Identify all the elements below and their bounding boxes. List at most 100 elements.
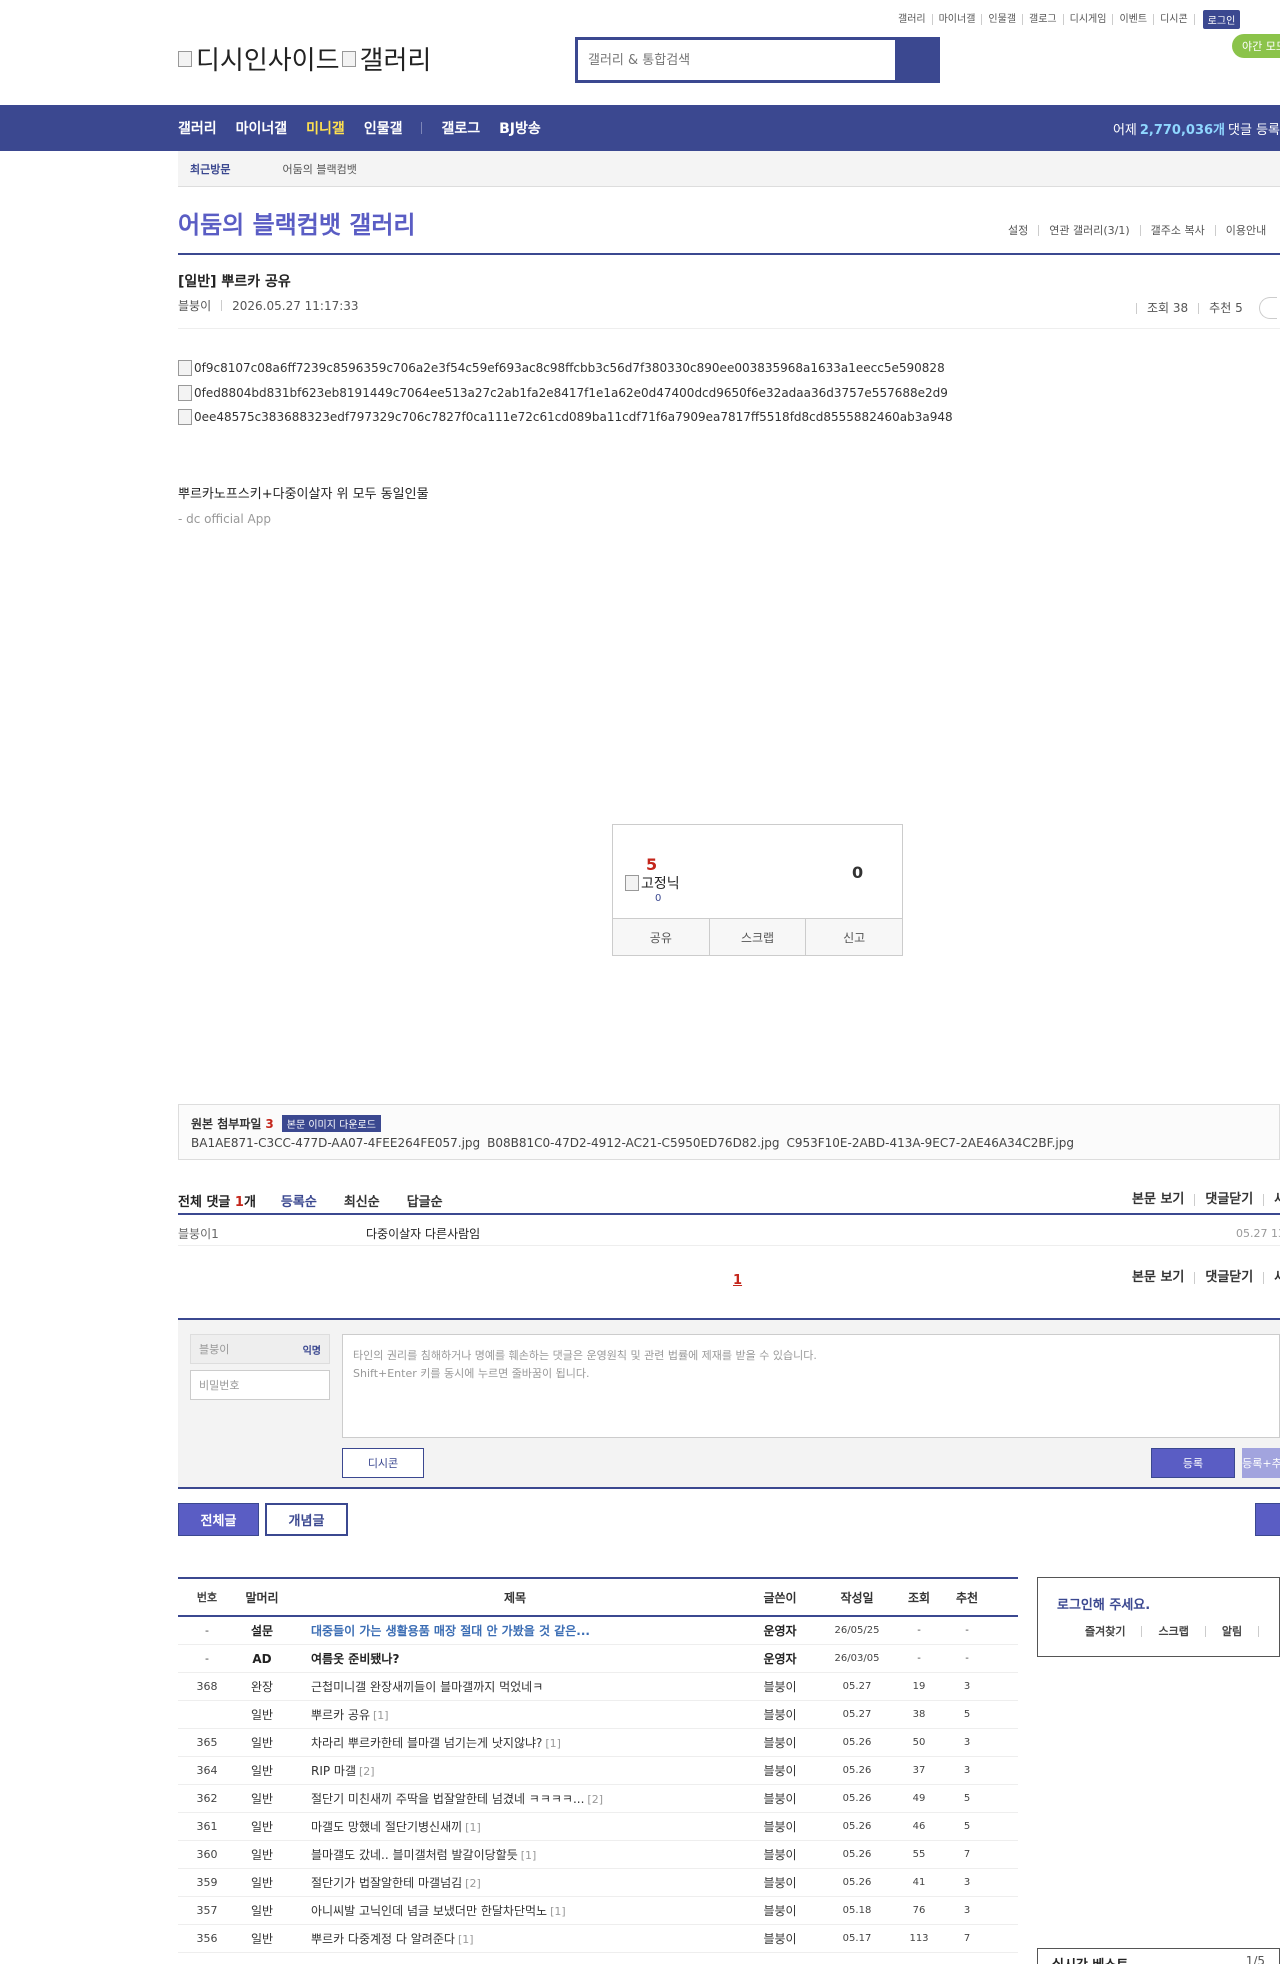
recent-item[interactable]: 어둠의 블랙컴뱃 xyxy=(242,161,396,177)
refresh-comments-button[interactable]: 새로고침 xyxy=(1264,1271,1280,1284)
post-row[interactable]: - 설문 대중들이 가는 생활용품 매장 절대 안 가봤을 것 같은... 운영자 26… xyxy=(178,1617,1018,1645)
post-row[interactable]: 362 일반 절단기 미친새끼 주딱을 법잘알한테 넘겼네 ㅋㅋㅋㅋ... [2] 블붕… xyxy=(178,1785,1018,1813)
row-writer[interactable]: 블붕이 xyxy=(742,1902,818,1919)
post-row[interactable]: 364 일반 RIP 마갤 [2] 블붕이 05.26 37 3 xyxy=(178,1757,1018,1785)
post-row[interactable]: 359 일반 절단기가 법잘알한테 마갤넘김 [2] 블붕이 05.26 41 3 xyxy=(178,1869,1018,1897)
row-title[interactable]: RIP 마갤 [2] xyxy=(288,1762,742,1779)
recommend-up-button[interactable]: 고정닉 xyxy=(625,873,680,893)
row-title[interactable]: 대중들이 가는 생활용품 매장 절대 안 가봤을 것 같은... xyxy=(288,1622,742,1639)
row-title-text[interactable]: RIP 마갤 xyxy=(311,1764,356,1778)
row-title[interactable]: 마갤도 망했네 절단기병신새끼 [1] xyxy=(288,1818,742,1835)
top-link-game[interactable]: 디시게임 xyxy=(1064,14,1114,25)
search-input[interactable] xyxy=(578,40,895,80)
realtime-best-page[interactable]: 1/5 xyxy=(1246,1954,1265,1964)
write-post-button[interactable] xyxy=(1255,1503,1280,1536)
row-title-text[interactable]: 아니씨발 고닉인데 념글 보냈더만 한달차단먹노 xyxy=(311,1904,547,1918)
row-writer[interactable]: 블붕이 xyxy=(742,1930,818,1947)
post-image[interactable]: 0f9c8107c08a6ff7239c8596359c706a2e3f54c5… xyxy=(178,360,945,376)
gnb-person[interactable]: 인물갤 xyxy=(364,118,403,138)
row-reply-count[interactable]: [1] xyxy=(465,1821,481,1834)
row-writer[interactable]: 블붕이 xyxy=(742,1762,818,1779)
post-row[interactable]: 361 일반 마갤도 망했네 절단기병신새끼 [1] 블붕이 05.26 46 5 xyxy=(178,1813,1018,1841)
row-writer[interactable]: 블붕이 xyxy=(742,1790,818,1807)
row-title[interactable]: 차라리 뿌르카한테 블마갤 넘기는게 낫지않냐? [1] xyxy=(288,1734,742,1751)
row-reply-count[interactable]: [2] xyxy=(465,1877,481,1890)
gallery-settings-link[interactable]: 설정 xyxy=(998,225,1038,236)
comment-nick[interactable]: 블붕이1 xyxy=(178,1225,366,1242)
gnb-mini[interactable]: 미니갤 xyxy=(306,118,345,138)
site-logo[interactable]: 디시인사이드 갤러리 xyxy=(178,40,431,77)
row-reply-count[interactable]: [2] xyxy=(359,1765,375,1778)
attachment-file[interactable]: B08B81C0-47D2-4912-AC21-C5950ED76D82.jpg xyxy=(487,1136,779,1150)
row-reply-count[interactable]: [1] xyxy=(521,1849,537,1862)
row-title-text[interactable]: 절단기가 법잘알한테 마갤넘김 xyxy=(311,1876,462,1890)
close-comments-button[interactable]: 댓글닫기 xyxy=(1195,1193,1265,1206)
attachment-file[interactable]: BA1AE871-C3CC-477D-AA07-4FEE264FE057.jpg xyxy=(191,1136,480,1150)
row-title[interactable]: 절단기가 법잘알한테 마갤넘김 [2] xyxy=(288,1874,742,1891)
scrap-button[interactable]: 스크랩 xyxy=(710,919,807,955)
scrap-link[interactable]: 스크랩 xyxy=(1142,1626,1206,1637)
row-writer[interactable]: 운영자 xyxy=(742,1650,818,1667)
post-row[interactable]: 356 일반 뿌르카 다중계정 다 알려준다 [1] 블붕이 05.17 113 7 xyxy=(178,1925,1018,1953)
row-title-text[interactable]: 여름옷 준비됐나? xyxy=(311,1652,399,1666)
row-writer[interactable]: 블붕이 xyxy=(742,1874,818,1891)
password-field[interactable]: 비밀번호 xyxy=(190,1370,330,1400)
row-title[interactable]: 아니씨발 고닉인데 념글 보냈더만 한달차단먹노 [1] xyxy=(288,1902,742,1919)
close-comments-button[interactable]: 댓글닫기 xyxy=(1195,1271,1265,1284)
row-title-text[interactable]: 뿌르카 다중계정 다 알려준다 xyxy=(311,1932,455,1946)
related-gallery-link[interactable]: 연관 갤러리(3/1) xyxy=(1038,225,1139,236)
row-writer[interactable]: 블붕이 xyxy=(742,1818,818,1835)
row-title-text[interactable]: 절단기 미친새끼 주딱을 법잘알한테 넘겼네 ㅋㅋㅋㅋ... xyxy=(311,1792,584,1806)
view-body-button[interactable]: 본문 보기 xyxy=(1122,1271,1196,1284)
row-title[interactable]: 여름옷 준비됐나? xyxy=(288,1650,742,1667)
submit-comment-button[interactable]: 등록 xyxy=(1151,1448,1235,1478)
notifications-link[interactable]: 알림 xyxy=(1206,1626,1260,1637)
row-title[interactable]: 블마갤도 갔네.. 블미갤처럼 발갈이당할듯 [1] xyxy=(288,1846,742,1863)
anonymous-toggle[interactable]: 익명 xyxy=(303,1342,321,1357)
night-mode-button[interactable]: 야간 모드 xyxy=(1232,34,1280,58)
post-image[interactable]: 0fed8804bd831bf623eb8191449c7064ee513a27… xyxy=(178,385,948,401)
row-title-text[interactable]: 근첩미니갤 완장새끼들이 블마갤까지 먹었네ㅋ xyxy=(311,1680,543,1694)
row-reply-count[interactable]: [2] xyxy=(587,1793,603,1806)
row-title-text[interactable]: 대중들이 가는 생활용품 매장 절대 안 가봤을 것 같은... xyxy=(311,1624,590,1638)
post-row[interactable]: 365 일반 차라리 뿌르카한테 블마갤 넘기는게 낫지않냐? [1] 블붕이 05.26… xyxy=(178,1729,1018,1757)
row-title-text[interactable]: 차라리 뿌르카한테 블마갤 넘기는게 낫지않냐? xyxy=(311,1736,542,1750)
row-title-text[interactable]: 마갤도 망했네 절단기병신새끼 xyxy=(311,1820,462,1834)
top-link-gallery[interactable]: 갤러리 xyxy=(892,14,933,25)
gnb-minor[interactable]: 마이너갤 xyxy=(236,118,288,138)
row-reply-count[interactable]: [1] xyxy=(550,1905,566,1918)
row-writer[interactable]: 블붕이 xyxy=(742,1846,818,1863)
sort-latest[interactable]: 최신순 xyxy=(344,1191,380,1210)
comment-page-current[interactable]: 1 xyxy=(733,1273,742,1288)
row-reply-count[interactable]: [1] xyxy=(545,1737,561,1750)
login-prompt[interactable]: 로그인해 주세요. xyxy=(1057,1594,1150,1613)
post-author[interactable]: 블붕이 xyxy=(178,297,211,314)
tab-concept-posts[interactable]: 개념글 xyxy=(265,1503,348,1536)
dccon-button[interactable]: 디시콘 xyxy=(342,1448,424,1478)
top-link-event[interactable]: 이벤트 xyxy=(1113,14,1155,25)
gnb-bj[interactable]: BJ방송 xyxy=(499,118,541,138)
top-link-gallog[interactable]: 갤로그 xyxy=(1023,14,1064,25)
row-reply-count[interactable]: [1] xyxy=(458,1933,474,1946)
row-reply-count[interactable]: [1] xyxy=(373,1709,389,1722)
top-link-dccon[interactable]: 디시콘 xyxy=(1154,14,1195,25)
row-writer[interactable]: 블붕이 xyxy=(742,1734,818,1751)
gnb-gallery[interactable]: 갤러리 xyxy=(178,118,217,138)
recommend-down-count[interactable]: 0 xyxy=(852,863,863,882)
post-row[interactable]: 일반 뿌르카 공유 [1] 블붕이 05.27 38 5 xyxy=(178,1701,1018,1729)
app-signature[interactable]: - dc official App xyxy=(178,512,271,526)
comment-textarea[interactable]: 타인의 권리를 침해하거나 명예를 훼손하는 댓글은 운영원칙 및 관련 법률에… xyxy=(342,1334,1280,1438)
login-button[interactable]: 로그인 xyxy=(1202,10,1241,29)
row-writer[interactable]: 블붕이 xyxy=(742,1706,818,1723)
gnb-gallog[interactable]: 갤로그 xyxy=(441,118,480,138)
post-row[interactable]: 360 일반 블마갤도 갔네.. 블미갤처럼 발갈이당할듯 [1] 블붕이 05.26 55… xyxy=(178,1841,1018,1869)
view-body-button[interactable]: 본문 보기 xyxy=(1122,1193,1196,1206)
row-title-text[interactable]: 뿌르카 공유 xyxy=(311,1708,370,1722)
recent-title[interactable]: 최근방문 xyxy=(178,161,242,177)
top-link-person[interactable]: 인물갤 xyxy=(982,14,1024,25)
row-title-text[interactable]: 블마갤도 갔네.. 블미갤처럼 발갈이당할듯 xyxy=(311,1848,518,1862)
report-button[interactable]: 신고 xyxy=(806,919,902,955)
comment-count-button[interactable] xyxy=(1258,297,1277,319)
post-row[interactable]: 368 완장 근첩미니갤 완장새끼들이 블마갤까지 먹었네ㅋ 블붕이 05.27 19 3 xyxy=(178,1673,1018,1701)
row-title[interactable]: 근첩미니갤 완장새끼들이 블마갤까지 먹었네ㅋ xyxy=(288,1678,742,1695)
